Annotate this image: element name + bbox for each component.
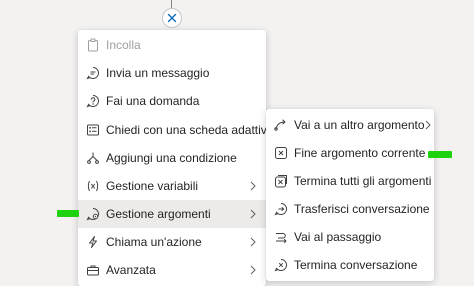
chevron-right-icon bbox=[248, 265, 258, 275]
submenu-item-end-conversation[interactable]: Termina conversazione bbox=[266, 251, 434, 279]
toolbox-icon bbox=[86, 263, 100, 277]
end-topic-icon bbox=[274, 146, 288, 160]
submenu-item-label: Vai a un altro argomento bbox=[294, 118, 425, 132]
adaptive-card-icon bbox=[86, 123, 100, 137]
close-icon bbox=[167, 13, 177, 23]
question-icon bbox=[86, 94, 100, 108]
go-to-step-icon bbox=[274, 230, 288, 244]
submenu-item-label: Fine argomento corrente bbox=[294, 146, 426, 160]
chevron-right-icon bbox=[248, 237, 258, 247]
submenu-item-end-all-topics[interactable]: Termina tutti gli argomenti bbox=[266, 167, 434, 195]
menu-item-send-message[interactable]: Invia un messaggio bbox=[78, 59, 266, 87]
submenu-item-redirect-topic[interactable]: Vai a un altro argomento bbox=[266, 111, 434, 139]
highlight-marker bbox=[428, 151, 452, 158]
highlight-marker bbox=[57, 210, 79, 217]
menu-item-label: Invia un messaggio bbox=[106, 66, 210, 80]
submenu-item-label: Termina tutti gli argomenti bbox=[294, 174, 432, 188]
menu-item-topic-management[interactable]: Gestione argomenti bbox=[78, 200, 266, 228]
add-node-menu: Incolla Invia un messaggio Fai una doman… bbox=[78, 30, 273, 286]
chevron-right-icon bbox=[425, 120, 431, 130]
redirect-arrow-icon bbox=[274, 118, 288, 132]
menu-item-advanced[interactable]: Avanzata bbox=[78, 256, 266, 284]
submenu-item-label: Vai al passaggio bbox=[294, 230, 382, 244]
menu-item-call-action[interactable]: Chiama un'azione bbox=[78, 228, 266, 256]
menu-item-paste[interactable]: Incolla bbox=[78, 31, 266, 59]
menu-item-add-condition[interactable]: Aggiungi una condizione bbox=[78, 144, 266, 172]
lightning-icon bbox=[86, 235, 100, 249]
end-conversation-icon bbox=[274, 258, 288, 272]
menu-item-variable-management[interactable]: Gestione variabili bbox=[78, 172, 266, 200]
variable-icon bbox=[86, 179, 100, 193]
submenu-item-end-current-topic[interactable]: Fine argomento corrente bbox=[266, 139, 434, 167]
menu-item-label: Aggiungi una condizione bbox=[106, 151, 237, 165]
end-all-icon bbox=[274, 174, 288, 188]
menu-item-label: Chiedi con una scheda adattiva bbox=[106, 123, 274, 137]
chevron-right-icon bbox=[248, 181, 258, 191]
submenu-item-label: Trasferisci conversazione bbox=[294, 202, 430, 216]
transfer-icon bbox=[274, 202, 288, 216]
menu-item-label: Gestione argomenti bbox=[106, 207, 211, 221]
topic-gear-icon bbox=[86, 207, 100, 221]
menu-item-adaptive-card[interactable]: Chiedi con una scheda adattiva bbox=[78, 116, 273, 144]
branch-icon bbox=[86, 151, 100, 165]
close-button[interactable] bbox=[162, 8, 182, 28]
menu-item-label: Chiama un'azione bbox=[106, 235, 202, 249]
submenu-item-label: Termina conversazione bbox=[294, 258, 418, 272]
menu-item-ask-question[interactable]: Fai una domanda bbox=[78, 87, 266, 115]
menu-item-label: Fai una domanda bbox=[106, 94, 200, 108]
chevron-right-icon bbox=[248, 209, 258, 219]
message-icon bbox=[86, 66, 100, 80]
menu-item-label: Avanzata bbox=[106, 263, 156, 277]
submenu-item-go-to-step[interactable]: Vai al passaggio bbox=[266, 223, 434, 251]
topic-management-submenu: Vai a un altro argomento Fine argomento … bbox=[266, 109, 434, 281]
menu-item-label: Incolla bbox=[106, 38, 141, 52]
paste-icon bbox=[86, 38, 100, 52]
menu-item-label: Gestione variabili bbox=[106, 179, 199, 193]
submenu-item-transfer-conversation[interactable]: Trasferisci conversazione bbox=[266, 195, 434, 223]
